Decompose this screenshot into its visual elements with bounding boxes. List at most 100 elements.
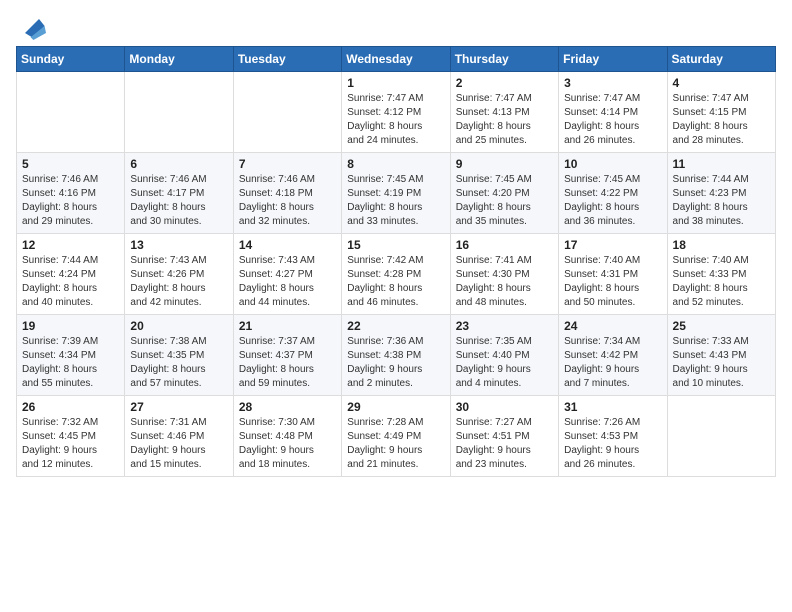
day-info: Sunrise: 7:41 AM Sunset: 4:30 PM Dayligh… [456,254,553,310]
calendar-cell: 6 Sunrise: 7:46 AM Sunset: 4:17 PM Daylig… [125,153,233,234]
day-number: 30 [456,400,553,414]
day-info: Sunrise: 7:47 AM Sunset: 4:15 PM Dayligh… [673,92,770,148]
calendar-cell: 5 Sunrise: 7:46 AM Sunset: 4:16 PM Daylig… [17,153,125,234]
day-info: Sunrise: 7:47 AM Sunset: 4:13 PM Dayligh… [456,92,553,148]
day-number: 25 [673,319,770,333]
calendar-week-2: 5 Sunrise: 7:46 AM Sunset: 4:16 PM Daylig… [17,153,776,234]
calendar-cell: 14 Sunrise: 7:43 AM Sunset: 4:27 PM Dayli… [233,234,341,315]
day-number: 10 [564,157,661,171]
day-info: Sunrise: 7:45 AM Sunset: 4:19 PM Dayligh… [347,173,444,229]
day-info: Sunrise: 7:47 AM Sunset: 4:12 PM Dayligh… [347,92,444,148]
calendar-cell: 25 Sunrise: 7:33 AM Sunset: 4:43 PM Dayli… [667,315,775,396]
calendar-cell: 16 Sunrise: 7:41 AM Sunset: 4:30 PM Dayli… [450,234,558,315]
day-number: 6 [130,157,227,171]
calendar-cell [233,72,341,153]
calendar-cell [125,72,233,153]
day-number: 18 [673,238,770,252]
day-number: 27 [130,400,227,414]
calendar-cell: 12 Sunrise: 7:44 AM Sunset: 4:24 PM Dayli… [17,234,125,315]
day-number: 15 [347,238,444,252]
day-info: Sunrise: 7:28 AM Sunset: 4:49 PM Dayligh… [347,416,444,472]
day-number: 9 [456,157,553,171]
day-number: 22 [347,319,444,333]
calendar-cell [17,72,125,153]
logo [16,14,46,40]
calendar-cell: 29 Sunrise: 7:28 AM Sunset: 4:49 PM Dayli… [342,396,450,477]
calendar-cell: 1 Sunrise: 7:47 AM Sunset: 4:12 PM Daylig… [342,72,450,153]
day-number: 29 [347,400,444,414]
day-number: 13 [130,238,227,252]
day-info: Sunrise: 7:36 AM Sunset: 4:38 PM Dayligh… [347,335,444,391]
day-number: 7 [239,157,336,171]
calendar-cell: 3Sunrise: 7:47 AM Sunset: 4:14 PM Daylig… [559,72,667,153]
weekday-header-wednesday: Wednesday [342,47,450,72]
weekday-header-sunday: Sunday [17,47,125,72]
day-number: 16 [456,238,553,252]
day-info: Sunrise: 7:44 AM Sunset: 4:24 PM Dayligh… [22,254,119,310]
day-info: Sunrise: 7:26 AM Sunset: 4:53 PM Dayligh… [564,416,661,472]
calendar: SundayMondayTuesdayWednesdayThursdayFrid… [16,46,776,477]
calendar-cell: 7Sunrise: 7:46 AM Sunset: 4:18 PM Daylig… [233,153,341,234]
day-number: 14 [239,238,336,252]
day-info: Sunrise: 7:45 AM Sunset: 4:22 PM Dayligh… [564,173,661,229]
weekday-header-monday: Monday [125,47,233,72]
day-number: 4 [673,76,770,90]
day-info: Sunrise: 7:35 AM Sunset: 4:40 PM Dayligh… [456,335,553,391]
logo-icon [18,12,46,40]
calendar-cell: 23 Sunrise: 7:35 AM Sunset: 4:40 PM Dayli… [450,315,558,396]
day-info: Sunrise: 7:45 AM Sunset: 4:20 PM Dayligh… [456,173,553,229]
weekday-header-tuesday: Tuesday [233,47,341,72]
weekday-header-row: SundayMondayTuesdayWednesdayThursdayFrid… [17,47,776,72]
calendar-cell: 19 Sunrise: 7:39 AM Sunset: 4:34 PM Dayli… [17,315,125,396]
calendar-cell: 11Sunrise: 7:44 AM Sunset: 4:23 PM Dayli… [667,153,775,234]
calendar-cell: 27 Sunrise: 7:31 AM Sunset: 4:46 PM Dayli… [125,396,233,477]
day-info: Sunrise: 7:42 AM Sunset: 4:28 PM Dayligh… [347,254,444,310]
day-info: Sunrise: 7:30 AM Sunset: 4:48 PM Dayligh… [239,416,336,472]
day-number: 19 [22,319,119,333]
day-info: Sunrise: 7:40 AM Sunset: 4:31 PM Dayligh… [564,254,661,310]
header [16,10,776,40]
day-info: Sunrise: 7:43 AM Sunset: 4:26 PM Dayligh… [130,254,227,310]
day-info: Sunrise: 7:39 AM Sunset: 4:34 PM Dayligh… [22,335,119,391]
day-number: 23 [456,319,553,333]
calendar-week-4: 19 Sunrise: 7:39 AM Sunset: 4:34 PM Dayli… [17,315,776,396]
day-number: 17 [564,238,661,252]
day-info: Sunrise: 7:47 AM Sunset: 4:14 PM Dayligh… [564,92,661,148]
day-info: Sunrise: 7:46 AM Sunset: 4:16 PM Dayligh… [22,173,119,229]
calendar-cell: 22 Sunrise: 7:36 AM Sunset: 4:38 PM Dayli… [342,315,450,396]
day-number: 8 [347,157,444,171]
day-number: 12 [22,238,119,252]
page: SundayMondayTuesdayWednesdayThursdayFrid… [0,0,792,612]
day-info: Sunrise: 7:34 AM Sunset: 4:42 PM Dayligh… [564,335,661,391]
weekday-header-friday: Friday [559,47,667,72]
calendar-cell: 24 Sunrise: 7:34 AM Sunset: 4:42 PM Dayli… [559,315,667,396]
calendar-cell [667,396,775,477]
calendar-cell: 13 Sunrise: 7:43 AM Sunset: 4:26 PM Dayli… [125,234,233,315]
calendar-cell: 4 Sunrise: 7:47 AM Sunset: 4:15 PM Daylig… [667,72,775,153]
day-number: 26 [22,400,119,414]
day-info: Sunrise: 7:31 AM Sunset: 4:46 PM Dayligh… [130,416,227,472]
calendar-week-3: 12 Sunrise: 7:44 AM Sunset: 4:24 PM Dayli… [17,234,776,315]
calendar-cell: 21Sunrise: 7:37 AM Sunset: 4:37 PM Dayli… [233,315,341,396]
calendar-cell: 31Sunrise: 7:26 AM Sunset: 4:53 PM Dayli… [559,396,667,477]
day-number: 24 [564,319,661,333]
weekday-header-saturday: Saturday [667,47,775,72]
day-info: Sunrise: 7:38 AM Sunset: 4:35 PM Dayligh… [130,335,227,391]
day-number: 28 [239,400,336,414]
day-info: Sunrise: 7:33 AM Sunset: 4:43 PM Dayligh… [673,335,770,391]
calendar-cell: 17 Sunrise: 7:40 AM Sunset: 4:31 PM Dayli… [559,234,667,315]
calendar-week-5: 26 Sunrise: 7:32 AM Sunset: 4:45 PM Dayli… [17,396,776,477]
day-info: Sunrise: 7:32 AM Sunset: 4:45 PM Dayligh… [22,416,119,472]
day-info: Sunrise: 7:40 AM Sunset: 4:33 PM Dayligh… [673,254,770,310]
day-info: Sunrise: 7:44 AM Sunset: 4:23 PM Dayligh… [673,173,770,229]
calendar-cell: 28 Sunrise: 7:30 AM Sunset: 4:48 PM Dayli… [233,396,341,477]
calendar-week-1: 1 Sunrise: 7:47 AM Sunset: 4:12 PM Daylig… [17,72,776,153]
calendar-cell: 8 Sunrise: 7:45 AM Sunset: 4:19 PM Daylig… [342,153,450,234]
day-number: 5 [22,157,119,171]
calendar-cell: 9 Sunrise: 7:45 AM Sunset: 4:20 PM Daylig… [450,153,558,234]
day-info: Sunrise: 7:37 AM Sunset: 4:37 PM Dayligh… [239,335,336,391]
day-info: Sunrise: 7:43 AM Sunset: 4:27 PM Dayligh… [239,254,336,310]
day-number: 1 [347,76,444,90]
calendar-cell: 2Sunrise: 7:47 AM Sunset: 4:13 PM Daylig… [450,72,558,153]
day-info: Sunrise: 7:46 AM Sunset: 4:17 PM Dayligh… [130,173,227,229]
